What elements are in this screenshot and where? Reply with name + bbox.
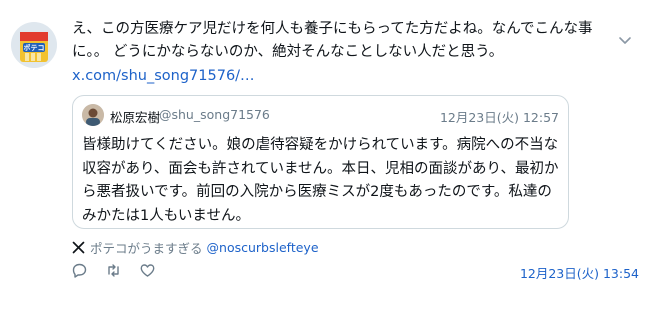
quoted-post-card[interactable]: 松原宏樹 @shu_song71576 12月23日(火) 12:57 皆様助け…	[72, 95, 569, 229]
post-link[interactable]: x.com/shu_song71576/…	[72, 65, 255, 88]
svg-text:ポテコ: ポテコ	[24, 43, 45, 52]
post-text: え、この方医療ケア児だけを何人も養子にもらってた方だよね。なんでこんな事に。。 …	[72, 21, 593, 60]
x-logo-icon	[72, 241, 85, 253]
chevron-down-icon[interactable]	[616, 31, 634, 49]
repost-icon[interactable]	[105, 262, 122, 279]
attribution-name: ポテコがうますぎる	[90, 240, 203, 256]
quoted-author-name[interactable]: 松原宏樹	[110, 107, 160, 126]
attribution-handle[interactable]: @noscurbslefteye	[207, 240, 319, 255]
post-actions	[71, 262, 173, 279]
quoted-author-avatar[interactable]	[82, 104, 104, 126]
reply-icon[interactable]	[71, 262, 88, 279]
author-avatar[interactable]: ポテコ	[11, 22, 57, 68]
potato-snack-avatar-icon: ポテコ	[11, 22, 57, 68]
post-timestamp[interactable]: 12月23日(火) 13:54	[520, 263, 639, 282]
quoted-author-handle[interactable]: @shu_song71576	[159, 107, 270, 122]
person-avatar-icon	[82, 104, 104, 126]
heart-icon[interactable]	[139, 262, 156, 279]
post-attribution: ポテコがうますぎる @noscurbslefteye	[72, 238, 319, 256]
quoted-post-time[interactable]: 12月23日(火) 12:57	[440, 107, 559, 126]
quoted-post-text: 皆様助けてください。娘の虐待容疑をかけられています。病院への不当な収容があり、面…	[82, 137, 559, 224]
